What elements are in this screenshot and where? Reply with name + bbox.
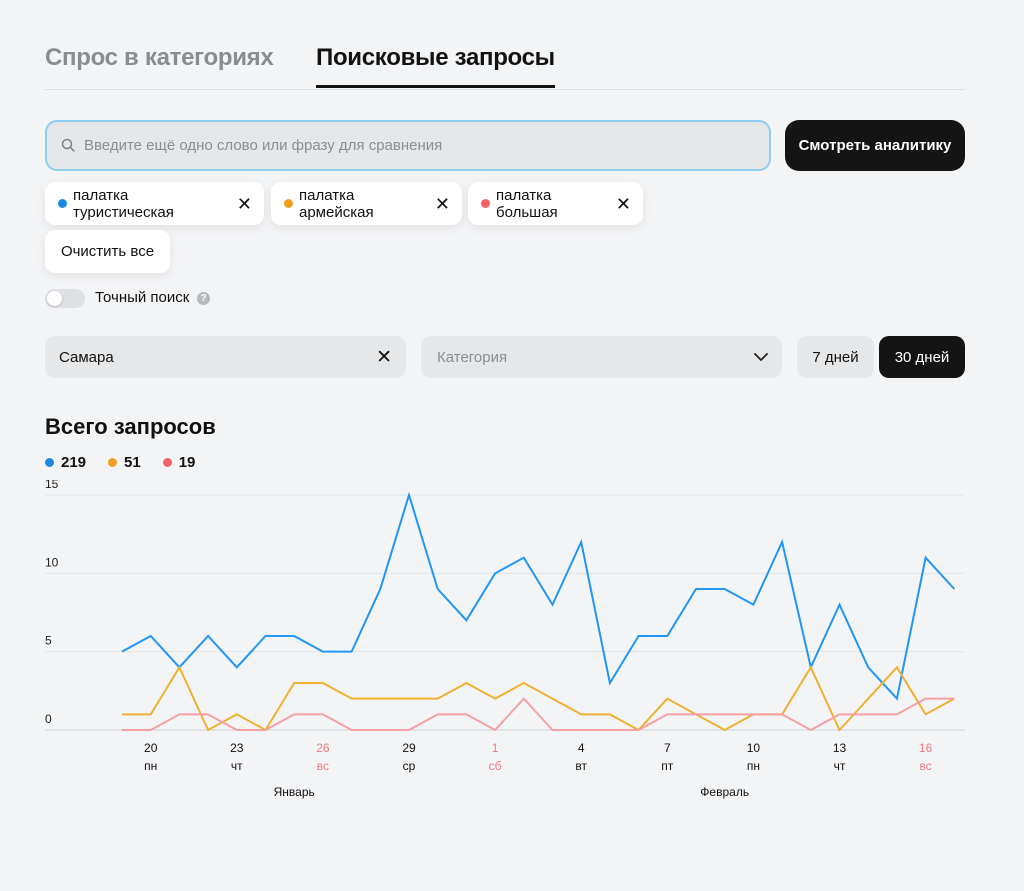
line-chart: 0 5 10 15 20 пн 23 чт 26 вс 29 ср 1 сб 4 вт 7 пт 10 пн 13 чт 1… bbox=[45, 480, 965, 799]
chip-label: палатка большая bbox=[496, 186, 558, 221]
view-analytics-button[interactable]: Смотреть аналитику bbox=[785, 120, 965, 171]
y-tick-label: 0 bbox=[45, 712, 52, 726]
city-field[interactable]: Самара ✕ bbox=[45, 336, 406, 378]
x-tick-day: 26 bbox=[316, 741, 330, 755]
series-dot bbox=[162, 458, 172, 467]
x-tick-day: 13 bbox=[833, 741, 847, 755]
clear-all-button[interactable]: Очистить все bbox=[45, 230, 170, 273]
series-dot bbox=[481, 199, 490, 208]
city-value: Самара bbox=[59, 348, 114, 366]
series-dot bbox=[108, 458, 118, 467]
category-placeholder: Категория bbox=[437, 348, 508, 366]
x-tick-day: 4 bbox=[578, 741, 585, 755]
y-tick-label: 15 bbox=[45, 480, 59, 491]
period-7-days-button[interactable]: 7 дней bbox=[797, 336, 874, 378]
close-icon[interactable]: ✕ bbox=[435, 195, 450, 213]
month-label: Февраль bbox=[700, 785, 749, 799]
x-tick-weekday: вс bbox=[317, 759, 329, 773]
total-value: 19 bbox=[178, 454, 196, 471]
x-tick-weekday: пн bbox=[144, 759, 157, 773]
x-tick-day: 23 bbox=[230, 741, 244, 755]
x-tick-weekday: сб bbox=[489, 759, 502, 773]
x-tick-day: 29 bbox=[402, 741, 416, 755]
chip-label: палатка туристическая bbox=[73, 186, 174, 221]
series-line-1 bbox=[121, 491, 956, 701]
x-tick-weekday: вт bbox=[575, 759, 587, 773]
x-tick-day: 7 bbox=[664, 741, 671, 755]
series-dot bbox=[58, 199, 67, 208]
toggle-knob bbox=[47, 291, 62, 306]
y-tick-label: 10 bbox=[45, 555, 59, 569]
period-30-days-button[interactable]: 30 дней bbox=[879, 336, 965, 378]
search-field[interactable] bbox=[45, 120, 771, 171]
total-value: 51 bbox=[124, 454, 141, 471]
month-label: Январь bbox=[274, 785, 315, 799]
total-army: 51 bbox=[108, 454, 141, 471]
x-tick-day: 10 bbox=[747, 741, 761, 755]
chevron-down-icon bbox=[754, 352, 768, 361]
tab-bar: Спрос в категориях Поисковые запросы bbox=[45, 40, 965, 90]
tab-search-queries[interactable]: Поисковые запросы bbox=[316, 44, 555, 88]
x-tick-weekday: чт bbox=[834, 759, 846, 773]
x-tick-weekday: чт bbox=[231, 759, 243, 773]
search-icon bbox=[61, 138, 75, 152]
exact-search-label: Точный поиск bbox=[95, 289, 190, 306]
x-tick-day: 16 bbox=[919, 741, 933, 755]
chip-large-tent: палатка большая ✕ bbox=[468, 182, 643, 225]
chart-title: Всего запросов bbox=[45, 414, 216, 439]
x-tick-weekday: ср bbox=[403, 759, 416, 773]
x-tick-day: 1 bbox=[492, 741, 499, 755]
total-large: 19 bbox=[162, 454, 196, 471]
series-line-3 bbox=[122, 697, 955, 732]
x-tick-weekday: пт bbox=[661, 759, 673, 773]
series-dot bbox=[284, 199, 293, 208]
close-icon[interactable]: ✕ bbox=[376, 346, 392, 369]
tab-category-demand[interactable]: Спрос в категориях bbox=[45, 44, 274, 72]
close-icon[interactable]: ✕ bbox=[616, 195, 631, 213]
x-tick-day: 20 bbox=[144, 741, 158, 755]
chip-tourist-tent: палатка туристическая ✕ bbox=[45, 182, 264, 225]
total-tourist: 219 bbox=[45, 454, 86, 471]
x-tick-weekday: пн bbox=[747, 759, 760, 773]
close-icon[interactable]: ✕ bbox=[237, 195, 252, 213]
x-tick-weekday: вс bbox=[919, 759, 931, 773]
series-totals: 219 51 19 bbox=[45, 454, 195, 471]
y-tick-label: 5 bbox=[45, 634, 52, 648]
chip-label: палатка армейская bbox=[299, 186, 374, 221]
category-select[interactable]: Категория bbox=[421, 336, 782, 378]
chip-army-tent: палатка армейская ✕ bbox=[271, 182, 462, 225]
series-dot bbox=[45, 458, 54, 467]
help-icon[interactable]: ? bbox=[197, 292, 210, 305]
search-input[interactable] bbox=[84, 137, 724, 154]
exact-search-toggle[interactable] bbox=[45, 289, 85, 308]
total-value: 219 bbox=[61, 454, 87, 471]
